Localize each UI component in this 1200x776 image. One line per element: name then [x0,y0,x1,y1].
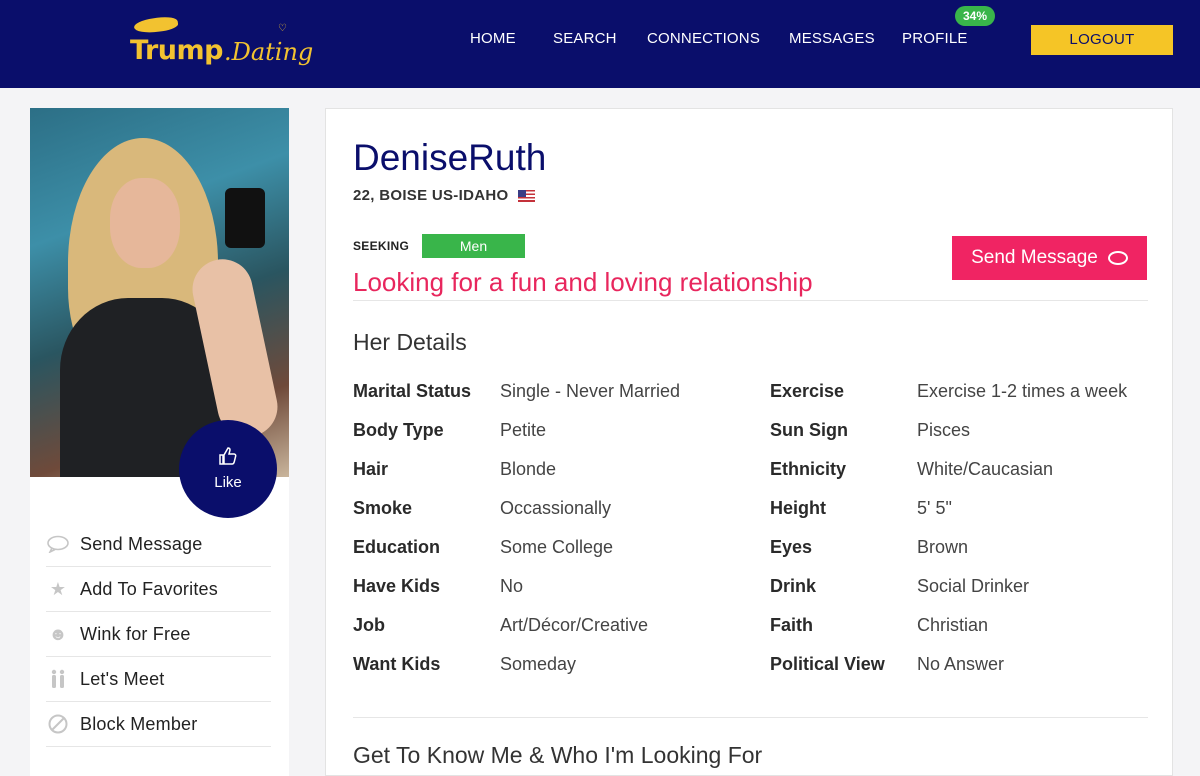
like-label: Like [214,474,242,491]
action-label: Add To Favorites [80,578,218,599]
nav-profile[interactable]: PROFILE [902,30,968,47]
location-text: 22, BOISE US-IDAHO [353,187,509,204]
send-message-label: Send Message [971,247,1098,268]
speech-bubble-icon [46,532,70,556]
detail-key: Have Kids [353,576,441,596]
detail-value: No [500,576,524,596]
action-label: Let's Meet [80,668,165,689]
photo-face-shape [110,178,180,268]
action-lets-meet[interactable]: Let's Meet [46,657,271,702]
detail-key: Job [353,615,386,635]
action-block-member[interactable]: Block Member [46,702,271,747]
detail-value: Blonde [500,459,557,479]
profile-card: DeniseRuth 22, BOISE US-IDAHO SEEKING Me… [325,108,1173,776]
like-button[interactable]: Like [179,420,277,518]
action-label: Send Message [80,533,203,554]
seeking-badge: Men [422,234,525,258]
detail-value: Brown [917,537,969,557]
logout-button[interactable]: LOGOUT [1031,25,1173,55]
detail-key: Eyes [770,537,813,557]
detail-value: Someday [500,654,577,674]
detail-value: Single - Never Married [500,381,681,401]
detail-value: Christian [917,615,989,635]
main-nav: HOME SEARCH CONNECTIONS MESSAGES PROFILE [0,30,1200,50]
profile-location: 22, BOISE US-IDAHO [353,187,536,204]
member-sidebar: Like Send Message ★ Add To Favorites ☻ W… [30,108,289,776]
action-send-message[interactable]: Send Message [46,522,271,567]
send-message-button[interactable]: Send Message [952,236,1147,280]
detail-value: Pisces [917,420,971,440]
nav-home[interactable]: HOME [470,30,516,47]
action-label: Wink for Free [80,623,191,644]
nav-search[interactable]: SEARCH [553,30,617,47]
detail-key: Marital Status [353,381,472,401]
detail-key: Education [353,537,441,557]
detail-value: No Answer [917,654,1005,674]
detail-key: Smoke [353,498,413,518]
block-icon [46,712,70,736]
detail-key: Hair [353,459,389,479]
member-photo[interactable] [30,108,289,477]
photo-phone-shape [225,188,265,248]
divider [353,717,1148,718]
profile-completion-badge: 34% [955,6,995,26]
detail-value: Petite [500,420,547,440]
details-section-title: Her Details [353,329,467,355]
nav-messages[interactable]: MESSAGES [789,30,875,47]
top-navigation-bar: Trump .Dating ♡ HOME SEARCH CONNECTIONS … [0,0,1200,88]
smiley-icon: ☻ [48,623,68,644]
detail-key: Want Kids [353,654,441,674]
detail-value: Some College [500,537,614,557]
detail-key: Height [770,498,826,518]
detail-key: Faith [770,615,813,635]
couple-icon [46,667,70,691]
thumbs-up-icon [179,446,277,470]
about-section-title: Get To Know Me & Who I'm Looking For [353,742,763,768]
us-flag-icon [518,189,536,202]
profile-username: DeniseRuth [353,137,547,178]
action-wink[interactable]: ☻ Wink for Free [46,612,271,657]
speech-bubble-icon [1107,251,1128,265]
detail-key: Body Type [353,420,444,440]
action-label: Block Member [80,713,198,734]
detail-key: Drink [770,576,817,596]
divider [353,300,1148,301]
seeking-label: SEEKING [353,239,410,253]
detail-value: Social Drinker [917,576,1030,596]
detail-value: Occassionally [500,498,612,518]
detail-key: Political View [770,654,885,674]
member-actions: Send Message ★ Add To Favorites ☻ Wink f… [46,522,271,747]
profile-tagline: Looking for a fun and loving relationshi… [353,267,813,297]
detail-key: Ethnicity [770,459,847,479]
detail-value: 5' 5" [917,498,952,518]
detail-value: White/Caucasian [917,459,1054,479]
detail-key: Exercise [770,381,845,401]
detail-value: Art/Décor/Creative [500,615,649,635]
detail-value: Exercise 1-2 times a week [917,381,1128,401]
nav-connections[interactable]: CONNECTIONS [647,30,760,47]
star-icon: ★ [49,578,67,599]
detail-key: Sun Sign [770,420,848,440]
action-add-to-favorites[interactable]: ★ Add To Favorites [46,567,271,612]
